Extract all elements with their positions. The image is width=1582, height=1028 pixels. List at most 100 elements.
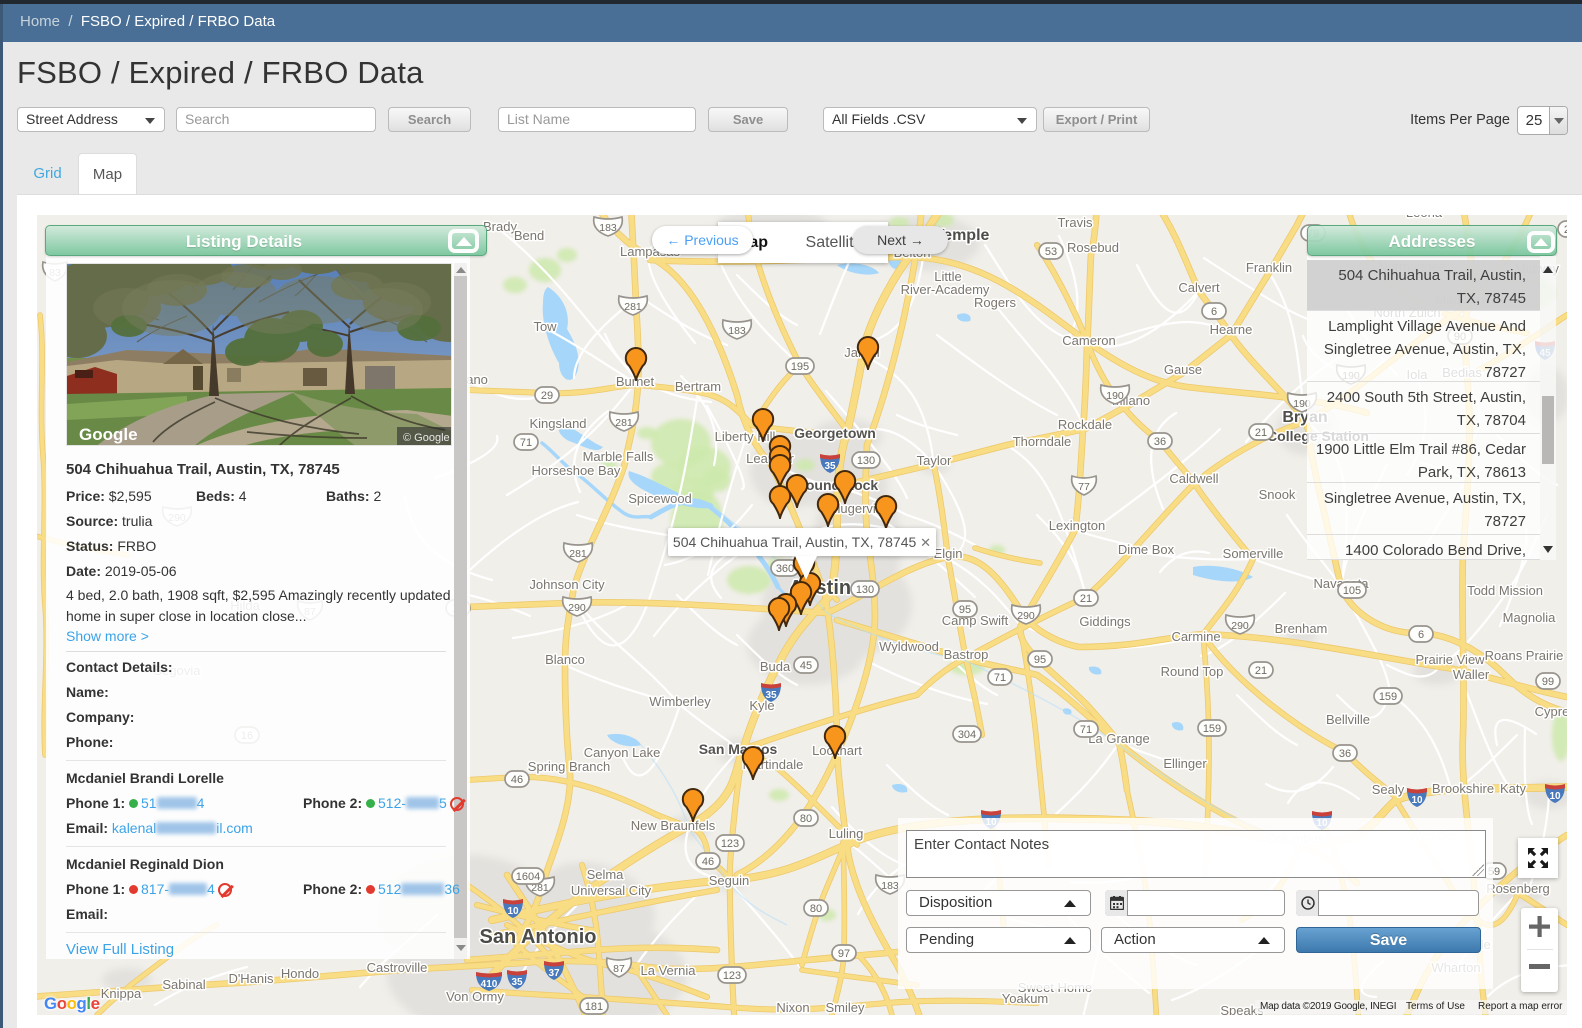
svg-text:Buda: Buda	[760, 659, 791, 674]
svg-text:159: 159	[1203, 723, 1221, 735]
svg-text:Cameron: Cameron	[1062, 333, 1115, 348]
svg-text:Somerville: Somerville	[1223, 546, 1284, 561]
svg-text:36: 36	[1339, 748, 1351, 760]
svg-text:Round Top: Round Top	[1161, 664, 1224, 679]
svg-text:Snook: Snook	[1259, 487, 1296, 502]
svg-text:21: 21	[1255, 427, 1267, 439]
svg-text:Luling: Luling	[829, 826, 864, 841]
svg-text:46: 46	[702, 856, 714, 868]
svg-text:21: 21	[1255, 665, 1267, 677]
svg-text:37: 37	[548, 968, 560, 979]
svg-text:Caldwell: Caldwell	[1169, 471, 1218, 486]
svg-text:10: 10	[507, 906, 519, 917]
svg-text:183: 183	[728, 325, 746, 337]
svg-text:95: 95	[1034, 654, 1046, 666]
svg-text:45: 45	[800, 660, 812, 672]
svg-text:360: 360	[776, 563, 794, 575]
svg-text:Hearne: Hearne	[1210, 322, 1253, 337]
svg-text:Johnson City: Johnson City	[529, 577, 605, 592]
svg-text:Elgin: Elgin	[934, 546, 963, 561]
svg-text:Kingsland: Kingsland	[529, 416, 586, 431]
svg-text:Spring Branch: Spring Branch	[528, 759, 610, 774]
svg-text:190: 190	[1106, 390, 1124, 402]
svg-text:10: 10	[1549, 791, 1561, 802]
svg-text:Bertram: Bertram	[675, 379, 721, 394]
svg-text:46: 46	[511, 774, 523, 786]
svg-text:Castroville: Castroville	[367, 960, 428, 975]
svg-text:Tow: Tow	[533, 319, 557, 334]
svg-text:New Braunfels: New Braunfels	[631, 818, 716, 833]
svg-text:Rockdale: Rockdale	[1058, 417, 1112, 432]
svg-text:71: 71	[994, 672, 1006, 684]
svg-text:35: 35	[824, 461, 836, 472]
svg-text:Todd Mission: Todd Mission	[1467, 583, 1543, 598]
svg-text:D'Hanis: D'Hanis	[228, 971, 274, 986]
svg-text:6: 6	[1418, 629, 1424, 641]
svg-text:87: 87	[613, 963, 625, 975]
svg-text:Magnolia: Magnolia	[1503, 610, 1557, 625]
svg-text:Brady: Brady	[483, 219, 517, 234]
svg-text:130: 130	[856, 584, 874, 596]
svg-text:Franklin: Franklin	[1246, 260, 1292, 275]
svg-text:290: 290	[568, 602, 586, 614]
svg-text:Leona: Leona	[1406, 215, 1443, 220]
svg-text:105: 105	[1343, 585, 1361, 597]
svg-text:Selma: Selma	[587, 867, 625, 882]
svg-text:159: 159	[1379, 691, 1397, 703]
svg-text:Travis: Travis	[1058, 215, 1093, 230]
svg-text:290: 290	[1231, 620, 1249, 632]
svg-text:Bastrop: Bastrop	[944, 647, 989, 662]
svg-text:183: 183	[881, 880, 899, 892]
svg-text:35: 35	[511, 977, 523, 988]
svg-text:Blanco: Blanco	[545, 652, 585, 667]
svg-text:80: 80	[810, 903, 822, 915]
svg-text:Katy: Katy	[1500, 781, 1527, 796]
svg-text:10: 10	[1411, 795, 1423, 806]
svg-text:Cypre: Cypre	[1535, 704, 1567, 719]
svg-text:Gause: Gause	[1164, 362, 1202, 377]
svg-text:© Google: © Google	[403, 432, 450, 444]
svg-text:Spicewood: Spicewood	[628, 491, 692, 506]
svg-text:Bellville: Bellville	[1326, 712, 1370, 727]
svg-text:Sealy: Sealy	[1372, 782, 1405, 797]
svg-text:Canyon Lake: Canyon Lake	[584, 745, 661, 760]
svg-text:21: 21	[1564, 224, 1567, 236]
svg-text:Rogers: Rogers	[974, 295, 1016, 310]
svg-text:Marble Falls: Marble Falls	[583, 449, 654, 464]
svg-text:Georgetown: Georgetown	[794, 425, 876, 441]
svg-text:Von Ormy: Von Ormy	[446, 989, 504, 1004]
svg-text:Carmine: Carmine	[1171, 629, 1220, 644]
svg-text:21: 21	[1080, 593, 1092, 605]
svg-text:Nixon: Nixon	[776, 1000, 809, 1015]
svg-text:195: 195	[791, 361, 809, 373]
svg-text:80: 80	[800, 813, 812, 825]
svg-text:Rosebud: Rosebud	[1067, 240, 1119, 255]
svg-text:Prairie View: Prairie View	[1415, 652, 1485, 667]
svg-text:29: 29	[541, 390, 553, 402]
svg-text:Giddings: Giddings	[1079, 614, 1131, 629]
svg-text:Hondo: Hondo	[281, 966, 319, 981]
svg-text:95: 95	[959, 604, 971, 616]
svg-text:Taylor: Taylor	[917, 453, 952, 468]
svg-text:Ellinger: Ellinger	[1163, 756, 1207, 771]
svg-text:San Antonio: San Antonio	[479, 926, 596, 948]
svg-text:Waller: Waller	[1453, 667, 1490, 682]
svg-text:Smiley: Smiley	[825, 1000, 865, 1015]
svg-text:123: 123	[723, 970, 741, 982]
svg-text:97: 97	[838, 948, 850, 960]
svg-text:71: 71	[1080, 724, 1092, 736]
svg-text:Brookshire: Brookshire	[1432, 781, 1494, 796]
svg-text:Horseshoe Bay: Horseshoe Bay	[532, 463, 621, 478]
svg-text:410: 410	[481, 979, 498, 990]
svg-text:Calvert: Calvert	[1178, 280, 1220, 295]
svg-text:Bend: Bend	[514, 228, 544, 243]
svg-text:Knippa: Knippa	[101, 986, 142, 1001]
svg-text:Seguin: Seguin	[709, 873, 749, 888]
svg-text:Roans Prairie: Roans Prairie	[1485, 648, 1564, 663]
svg-text:Thorndale: Thorndale	[1013, 434, 1072, 449]
svg-text:Wyldwood: Wyldwood	[879, 639, 939, 654]
svg-text:99: 99	[1542, 676, 1554, 688]
svg-text:183: 183	[599, 222, 617, 234]
svg-text:Wimberley: Wimberley	[649, 694, 711, 709]
svg-text:6: 6	[1211, 306, 1217, 318]
